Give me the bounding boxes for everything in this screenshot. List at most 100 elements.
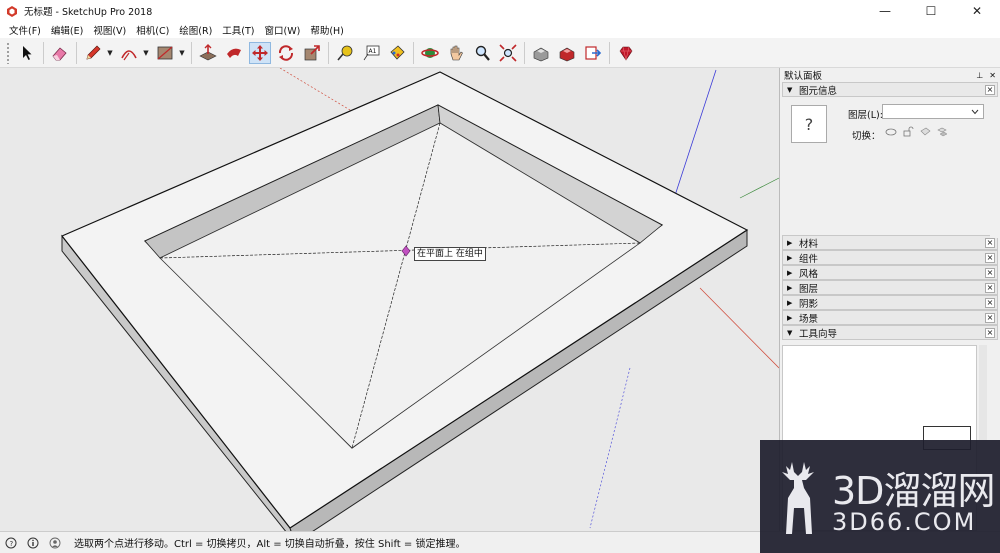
menu-edit[interactable]: 编辑(E) xyxy=(46,23,88,37)
menu-view[interactable]: 视图(V) xyxy=(88,23,131,37)
maximize-button[interactable]: ☐ xyxy=(908,0,954,21)
minimize-button[interactable]: — xyxy=(862,0,908,21)
menu-window[interactable]: 窗口(W) xyxy=(260,23,306,37)
ruby-console-tool-button[interactable] xyxy=(615,42,637,64)
follow-me-icon xyxy=(227,48,241,58)
arc-tool-button[interactable] xyxy=(118,42,140,64)
collapsed-triangle-icon: ▶ xyxy=(787,268,793,277)
menu-draw[interactable]: 绘图(R) xyxy=(174,23,217,37)
paint-bucket-tool-button[interactable] xyxy=(386,42,408,64)
modeling-viewport[interactable]: 在平面上 在组中 xyxy=(0,68,779,531)
window-title: 无标题 - SketchUp Pro 2018 xyxy=(24,6,153,18)
zoom-tool-button[interactable] xyxy=(471,42,493,64)
panel-scenes-header[interactable]: ▶ 场景 × xyxy=(782,310,998,325)
panel-layers-header[interactable]: ▶ 图层 × xyxy=(782,280,998,295)
tape-measure-icon xyxy=(337,45,353,61)
panel-close-icon[interactable]: × xyxy=(985,84,995,95)
menu-tools[interactable]: 工具(T) xyxy=(217,23,259,37)
pan-tool-button[interactable] xyxy=(445,42,467,64)
follow-me-tool-button[interactable] xyxy=(223,42,245,64)
rotate-icon xyxy=(278,44,294,61)
eraser-tool-button[interactable] xyxy=(49,42,71,64)
pencil-icon xyxy=(86,45,101,59)
watermark-url: 3D66.COM xyxy=(832,508,977,536)
extension-warehouse-icon xyxy=(559,47,575,61)
scene-canvas[interactable] xyxy=(0,68,779,531)
watermark-title: 3D溜溜网 xyxy=(832,469,995,513)
rectangle-tool-button[interactable] xyxy=(154,42,176,64)
send-to-layout-tool-button[interactable] xyxy=(582,42,604,64)
collapsed-triangle-icon: ▶ xyxy=(787,313,793,322)
extension-warehouse-tool-button[interactable] xyxy=(556,42,578,64)
push-pull-icon xyxy=(199,43,217,60)
panel-close-icon[interactable]: × xyxy=(985,282,995,293)
credits-info-icon[interactable] xyxy=(26,536,40,550)
menu-file[interactable]: 文件(F) xyxy=(4,23,46,37)
panel-label: 阴影 xyxy=(799,298,819,310)
receive-shadows-icon[interactable] xyxy=(919,126,931,138)
svg-text:?: ? xyxy=(10,540,14,548)
move-tool-button[interactable] xyxy=(249,41,271,64)
pencil-tool-button[interactable] xyxy=(82,42,104,64)
panel-close-icon[interactable]: × xyxy=(985,297,995,308)
user-account-icon[interactable] xyxy=(48,536,62,550)
hide-eye-icon[interactable] xyxy=(885,126,897,138)
expanded-triangle-icon: ▼ xyxy=(787,328,793,337)
window-controls: — ☐ ✕ xyxy=(862,0,1000,21)
paint-bucket-icon xyxy=(390,44,405,60)
tray-scrollbar[interactable] xyxy=(990,98,1000,238)
toolbar: ▼ ▼ ▼ A1 xyxy=(0,38,1000,68)
title-bar: 无标题 - SketchUp Pro 2018 — ☐ ✕ xyxy=(0,0,1000,21)
panel-close-icon[interactable]: × xyxy=(985,312,995,323)
lock-icon[interactable] xyxy=(902,126,914,138)
panel-close-icon[interactable]: × xyxy=(985,327,995,338)
toolbar-grip[interactable] xyxy=(6,41,10,64)
cast-shadows-icon[interactable] xyxy=(936,126,948,138)
rotate-tool-button[interactable] xyxy=(275,42,297,64)
zoom-extents-icon xyxy=(499,43,517,62)
panel-close-icon[interactable]: × xyxy=(985,252,995,263)
layer-dropdown[interactable] xyxy=(882,104,984,119)
move-cross-icon xyxy=(252,44,268,61)
send-to-layout-icon xyxy=(585,45,602,60)
layer-label: 图层(L): xyxy=(848,110,883,121)
text-tool-button[interactable]: A1 xyxy=(360,42,382,64)
geo-location-icon[interactable]: ? xyxy=(4,536,18,550)
panel-components-header[interactable]: ▶ 组件 × xyxy=(782,250,998,265)
3d-warehouse-tool-button[interactable] xyxy=(530,42,552,64)
panel-instructor-header[interactable]: ▼ 工具向导 × xyxy=(782,325,998,340)
menu-help[interactable]: 帮助(H) xyxy=(305,23,349,37)
select-arrow-icon xyxy=(23,45,32,60)
toolbar-separator xyxy=(328,41,329,64)
panel-shadows-header[interactable]: ▶ 阴影 × xyxy=(782,295,998,310)
zoom-magnifier-icon xyxy=(475,45,490,61)
expanded-triangle-icon: ▼ xyxy=(787,85,793,94)
pencil-dropdown-arrow-icon[interactable]: ▼ xyxy=(106,42,114,64)
rectangle-icon xyxy=(157,46,173,59)
rectangle-dropdown-arrow-icon[interactable]: ▼ xyxy=(178,42,186,64)
entity-preview-icon: ? xyxy=(791,105,827,143)
toolbar-separator xyxy=(609,41,610,64)
inference-tooltip: 在平面上 在组中 xyxy=(414,247,486,261)
panel-close-icon[interactable]: × xyxy=(985,237,995,248)
tray-pin-icon[interactable]: ⊥ xyxy=(976,71,983,80)
push-pull-tool-button[interactable] xyxy=(197,42,219,64)
arc-dropdown-arrow-icon[interactable]: ▼ xyxy=(142,42,150,64)
panel-materials-header[interactable]: ▶ 材料 × xyxy=(782,235,998,250)
collapsed-triangle-icon: ▶ xyxy=(787,253,793,262)
panel-close-icon[interactable]: × xyxy=(985,267,995,278)
panel-styles-header[interactable]: ▶ 风格 × xyxy=(782,265,998,280)
menu-camera[interactable]: 相机(C) xyxy=(131,23,174,37)
panel-entity-info-header[interactable]: ▼ 图元信息 × xyxy=(782,82,998,97)
watermark-overlay: 3D溜溜网 3D66.COM xyxy=(760,440,1000,553)
scale-tool-button[interactable] xyxy=(301,42,323,64)
zoom-extents-tool-button[interactable] xyxy=(497,42,519,64)
tray-close-icon[interactable]: ✕ xyxy=(989,71,996,80)
toolbar-separator xyxy=(413,41,414,64)
orbit-tool-button[interactable] xyxy=(419,42,441,64)
select-tool-button[interactable] xyxy=(16,42,38,64)
entity-info-body: ? 图层(L): 切换： xyxy=(782,97,998,235)
tape-measure-tool-button[interactable] xyxy=(334,42,356,64)
svg-text:A1: A1 xyxy=(369,48,377,55)
close-button[interactable]: ✕ xyxy=(954,0,1000,21)
